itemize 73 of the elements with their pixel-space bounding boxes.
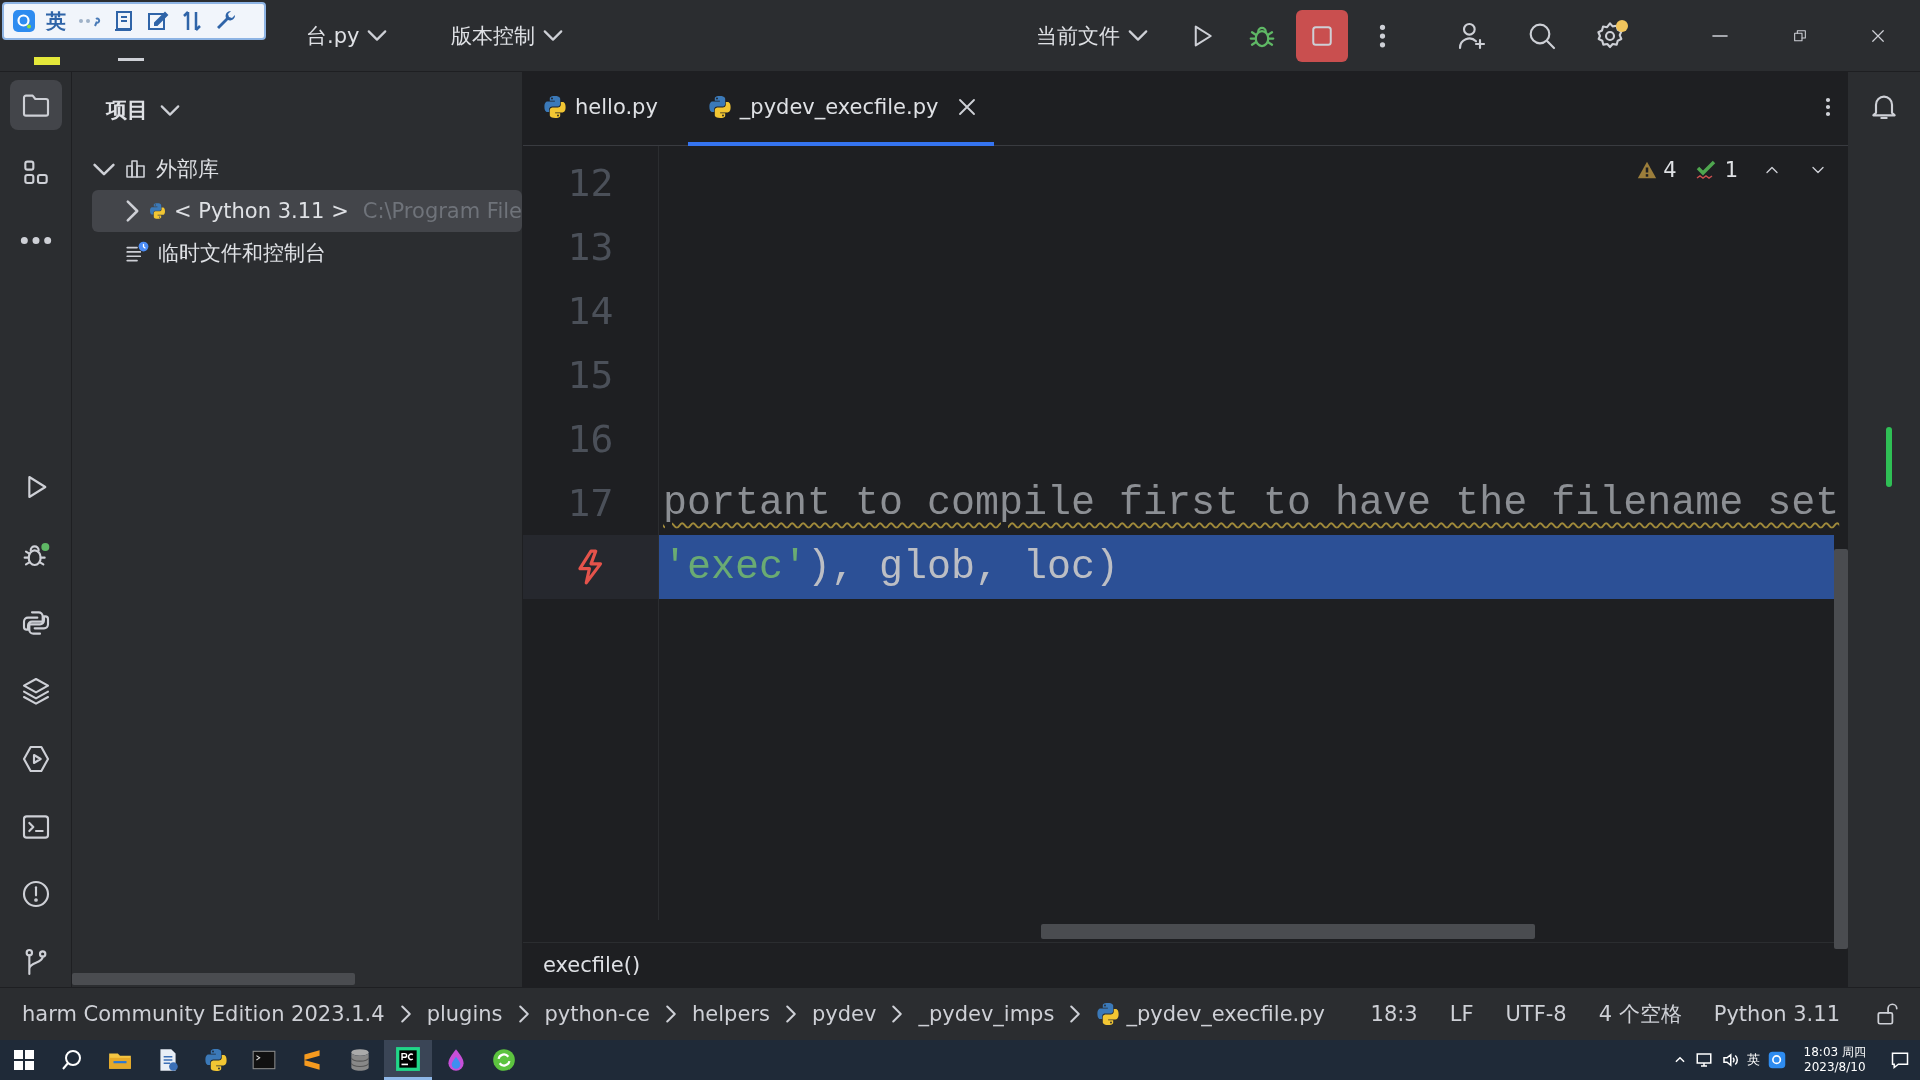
input-language[interactable]: 英 xyxy=(1746,1051,1760,1069)
input-language[interactable]: 英 xyxy=(46,7,66,35)
minimize-icon xyxy=(1712,34,1728,37)
scrollbar-thumb[interactable] xyxy=(1041,924,1535,939)
chevron-down-icon xyxy=(160,104,180,116)
project-dropdown[interactable]: 台.py xyxy=(296,15,398,56)
scroll-indicator xyxy=(1886,427,1892,487)
function-breadcrumb[interactable]: execfile() xyxy=(543,953,641,977)
chevron-right-icon xyxy=(892,1005,903,1023)
editor-tab[interactable]: hello.py xyxy=(543,72,678,146)
python-icon xyxy=(1096,1002,1121,1026)
more-vertical-icon xyxy=(1826,95,1830,118)
chevron-right-icon xyxy=(1070,1005,1081,1023)
app-logo xyxy=(34,56,60,65)
search-icon xyxy=(60,1048,84,1072)
code-line: 'exec'), glob, loc) xyxy=(663,544,1120,590)
notification-icon[interactable] xyxy=(1890,1050,1910,1070)
chevron-down-icon xyxy=(1128,30,1148,41)
line-ending[interactable]: LF xyxy=(1437,1002,1486,1026)
ok-count: 1 xyxy=(1724,158,1738,182)
search-app-icon[interactable] xyxy=(1767,1051,1786,1069)
chevron-right-icon xyxy=(400,1005,411,1023)
python-icon xyxy=(543,95,567,119)
project-view-dropdown[interactable]: 项目 xyxy=(96,90,190,130)
editor-tab[interactable]: _pydev_execfile.py xyxy=(687,72,995,146)
caret-position[interactable]: 18:3 xyxy=(1358,1002,1430,1026)
chevron-down-icon xyxy=(543,30,564,41)
file-encoding[interactable]: UTF-8 xyxy=(1493,1002,1579,1026)
more-vertical-icon xyxy=(1379,22,1385,49)
interpreter-setting[interactable]: Python 3.11 xyxy=(1701,1002,1852,1026)
chevron-right-icon xyxy=(666,1005,677,1023)
sync-icon[interactable] xyxy=(491,1047,517,1073)
path-crumb[interactable]: _pydev_execfile.py xyxy=(1094,1002,1328,1026)
chevron-down-icon xyxy=(93,162,115,176)
warning-icon xyxy=(1637,160,1658,180)
python-icon[interactable] xyxy=(204,1048,228,1072)
lock-icon xyxy=(1874,1001,1900,1027)
path-crumb[interactable]: plugins xyxy=(424,1002,505,1026)
clock[interactable]: 18:03 周四 2023/8/10 xyxy=(1803,1045,1866,1075)
scrollbar-thumb[interactable] xyxy=(1834,549,1848,949)
tree-item[interactable]: 临时文件和控制台 xyxy=(92,232,522,274)
chevron-right-icon xyxy=(785,1005,796,1023)
indent-setting[interactable]: 4 个空格 xyxy=(1586,1000,1694,1028)
path-crumb[interactable]: python-ce xyxy=(542,1002,653,1026)
network-icon[interactable] xyxy=(1694,1051,1713,1069)
stop-button[interactable] xyxy=(1296,9,1348,62)
tree-label: 临时文件和控制台 xyxy=(158,240,326,267)
tree-label: < Python 3.11 > xyxy=(173,199,349,223)
close-icon xyxy=(960,100,975,114)
path-crumb[interactable]: _pydev_imps xyxy=(916,1002,1057,1026)
chevron-right-icon xyxy=(126,200,139,222)
path-crumb[interactable]: helpers xyxy=(690,1002,772,1026)
chevron-right-icon xyxy=(518,1005,529,1023)
library-icon xyxy=(124,157,148,181)
warning-count: 4 xyxy=(1663,158,1677,182)
python-icon xyxy=(707,95,732,119)
chevron-down-icon xyxy=(367,30,388,41)
tree-label: 外部库 xyxy=(156,156,219,183)
python-logo-icon xyxy=(204,1048,228,1072)
pycharm-icon[interactable] xyxy=(395,1045,421,1072)
windows-icon xyxy=(14,1050,34,1070)
tool-window-button[interactable] xyxy=(9,80,62,130)
path-crumb[interactable]: pydev xyxy=(809,1002,879,1026)
scrollbar-thumb[interactable] xyxy=(72,973,355,985)
more-icon xyxy=(20,237,51,245)
vcs-dropdown[interactable]: 版本控制 xyxy=(441,15,574,56)
run-config-dropdown[interactable]: 当前文件 xyxy=(1026,15,1158,56)
path-crumb[interactable]: harm Community Edition 2023.1.4 xyxy=(20,1002,387,1026)
tree-item[interactable]: 外部库 xyxy=(92,148,522,190)
code-line: portant to compile first to have the filename set xyxy=(663,480,1840,526)
restore-icon xyxy=(1792,27,1808,44)
volume-icon[interactable] xyxy=(1720,1051,1739,1069)
edit-icon[interactable] xyxy=(146,9,170,33)
